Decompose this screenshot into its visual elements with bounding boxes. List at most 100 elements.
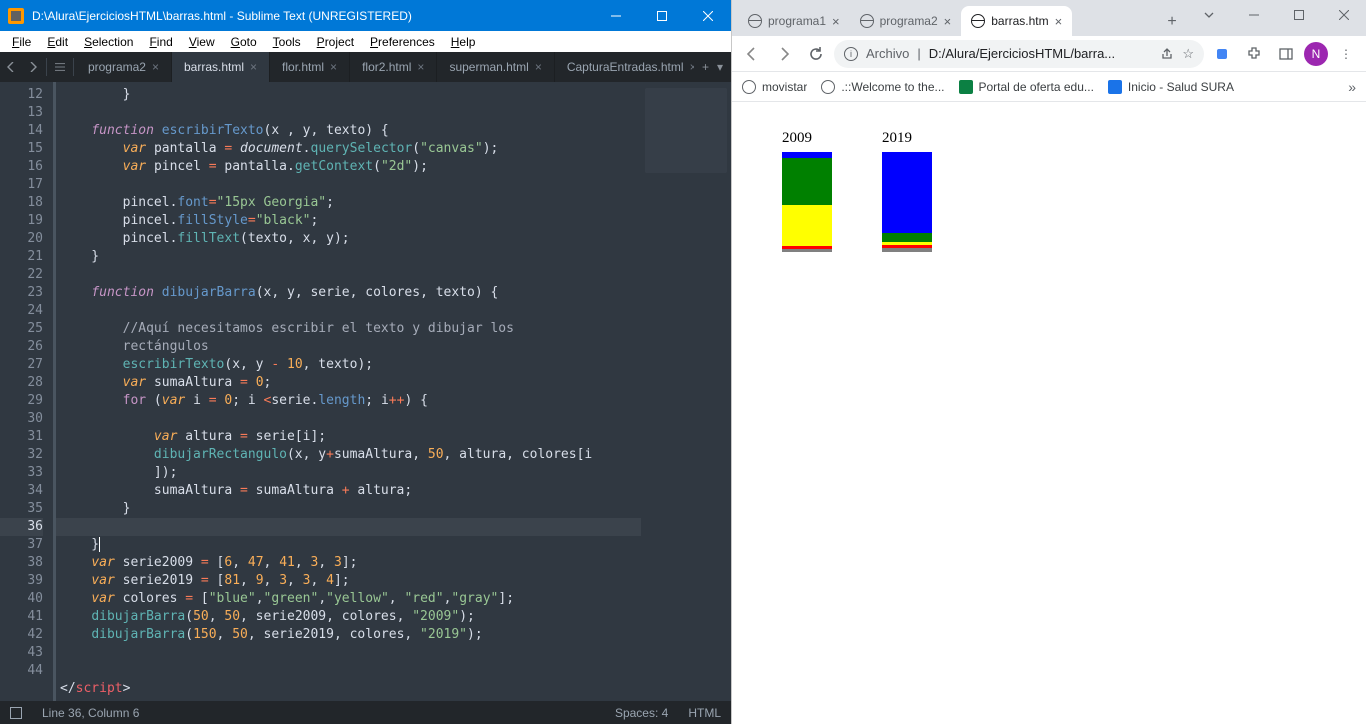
- maximize-button[interactable]: [1276, 0, 1321, 30]
- chrome-tabs: programa1×programa2×barras.htm×: [732, 0, 1158, 36]
- bookmark-icon: [959, 80, 973, 94]
- tabbar-nav-left-icon[interactable]: [0, 52, 22, 82]
- share-icon[interactable]: [1160, 47, 1174, 61]
- extension-icon[interactable]: [1208, 40, 1236, 68]
- globe-icon: [748, 14, 762, 28]
- file-tab[interactable]: flor.html ×: [270, 52, 350, 82]
- bar-segment: [782, 205, 832, 246]
- bookmark-icon: [1108, 80, 1122, 94]
- chrome-window: programa1×programa2×barras.htm× + i Arch…: [731, 0, 1366, 724]
- globe-icon: [971, 14, 985, 28]
- menu-view[interactable]: View: [181, 33, 223, 51]
- tab-close-icon[interactable]: ×: [832, 14, 840, 29]
- tab-label: programa2: [880, 14, 938, 28]
- statusbar-panel-icon[interactable]: [10, 707, 22, 719]
- tab-label: flor2.html: [362, 60, 411, 74]
- status-syntax[interactable]: HTML: [688, 706, 721, 720]
- file-tab[interactable]: flor2.html ×: [350, 52, 437, 82]
- bar-segment: [782, 158, 832, 205]
- sublime-tabbar: programa2×barras.html×flor.html×flor2.ht…: [0, 52, 731, 82]
- status-position[interactable]: Line 36, Column 6: [42, 706, 139, 720]
- code-area[interactable]: } function escribirTexto(x , y, texto) {…: [53, 82, 641, 701]
- tab-label: programa1: [768, 14, 826, 28]
- menu-preferences[interactable]: Preferences: [362, 33, 443, 51]
- stacked-bar: [782, 152, 832, 252]
- minimap[interactable]: [641, 82, 731, 701]
- tab-close-icon[interactable]: ×: [417, 60, 424, 74]
- menu-tools[interactable]: Tools: [265, 33, 309, 51]
- bookmark-item[interactable]: movistar: [742, 80, 807, 94]
- bookmark-label: Inicio - Salud SURA: [1128, 80, 1234, 94]
- minimize-button[interactable]: [1231, 0, 1276, 30]
- bookmark-label: Portal de oferta edu...: [979, 80, 1094, 94]
- close-button[interactable]: [1321, 0, 1366, 30]
- tab-label: superman.html: [449, 60, 528, 74]
- forward-button[interactable]: [770, 40, 798, 68]
- menu-find[interactable]: Find: [141, 33, 180, 51]
- reload-button[interactable]: [802, 40, 830, 68]
- stacked-bar: [882, 152, 932, 252]
- site-info-icon[interactable]: i: [844, 47, 858, 61]
- tabbar-separator: [73, 58, 74, 76]
- tabbar-add-icon[interactable]: +: [702, 60, 709, 74]
- bookmark-label: movistar: [762, 80, 807, 94]
- profile-avatar[interactable]: N: [1304, 42, 1328, 66]
- browser-tab[interactable]: programa2 ×: [850, 6, 962, 36]
- menu-selection[interactable]: Selection: [76, 33, 141, 51]
- maximize-button[interactable]: [639, 0, 685, 31]
- tabbar-nav-right-icon[interactable]: [22, 52, 44, 82]
- back-button[interactable]: [738, 40, 766, 68]
- sublime-titlebar[interactable]: D:\Alura\EjerciciosHTML\barras.html - Su…: [0, 0, 731, 31]
- file-tab[interactable]: superman.html ×: [437, 52, 554, 82]
- omnibox-prefix: Archivo: [866, 46, 909, 61]
- tabbar-dropdown-icon[interactable]: ▾: [717, 60, 723, 74]
- new-tab-button[interactable]: +: [1158, 8, 1186, 36]
- side-panel-icon[interactable]: [1272, 40, 1300, 68]
- sublime-menubar: FileEditSelectionFindViewGotoToolsProjec…: [0, 31, 731, 52]
- menu-edit[interactable]: Edit: [39, 33, 76, 51]
- line-gutter[interactable]: 1213141516171819202122232425262728293031…: [0, 82, 53, 701]
- extensions-menu-icon[interactable]: [1240, 40, 1268, 68]
- chrome-toolbar: i Archivo | D:/Alura/EjerciciosHTML/barr…: [732, 36, 1366, 72]
- tab-close-icon[interactable]: ×: [152, 60, 159, 74]
- bookmark-item[interactable]: Inicio - Salud SURA: [1108, 80, 1234, 94]
- menu-project[interactable]: Project: [309, 33, 362, 51]
- tab-label: flor.html: [282, 60, 324, 74]
- bookmark-item[interactable]: .::Welcome to the...: [821, 80, 944, 94]
- minimize-button[interactable]: [593, 0, 639, 31]
- file-tab[interactable]: programa2×: [76, 52, 172, 82]
- tab-close-icon[interactable]: ×: [1055, 14, 1063, 29]
- bar-segment: [882, 248, 932, 252]
- chrome-tablist-icon[interactable]: [1186, 0, 1231, 30]
- globe-icon: [860, 14, 874, 28]
- tab-close-icon[interactable]: ×: [535, 60, 542, 74]
- bookmark-icon: [742, 80, 756, 94]
- menu-goto[interactable]: Goto: [223, 33, 265, 51]
- bookmarks-bar: movistar .::Welcome to the... Portal de of…: [732, 72, 1366, 102]
- menu-help[interactable]: Help: [443, 33, 484, 51]
- tabbar-grid-icon[interactable]: [49, 52, 71, 82]
- omnibox[interactable]: i Archivo | D:/Alura/EjerciciosHTML/barr…: [834, 40, 1204, 68]
- sublime-editor: 1213141516171819202122232425262728293031…: [0, 82, 731, 701]
- browser-tab[interactable]: programa1 ×: [738, 6, 850, 36]
- tabbar-separator: [46, 58, 47, 76]
- tab-label: barras.html: [184, 60, 244, 74]
- file-tab[interactable]: barras.html ×: [172, 52, 270, 82]
- bar-segment: [882, 233, 932, 242]
- bar-segment: [782, 249, 832, 252]
- status-spaces[interactable]: Spaces: 4: [615, 706, 668, 720]
- bookmarks-overflow-icon[interactable]: »: [1348, 79, 1356, 95]
- sublime-statusbar: Line 36, Column 6 Spaces: 4 HTML: [0, 701, 731, 724]
- file-tab[interactable]: CapturaEntradas.html×: [555, 52, 694, 82]
- tab-close-icon[interactable]: ×: [690, 60, 694, 74]
- tab-close-icon[interactable]: ×: [944, 14, 952, 29]
- close-button[interactable]: [685, 0, 731, 31]
- menu-file[interactable]: File: [4, 33, 39, 51]
- bookmark-label: .::Welcome to the...: [841, 80, 944, 94]
- bookmark-item[interactable]: Portal de oferta edu...: [959, 80, 1094, 94]
- tab-close-icon[interactable]: ×: [250, 60, 257, 74]
- browser-tab[interactable]: barras.htm×: [961, 6, 1072, 36]
- chrome-menu-icon[interactable]: ⋮: [1332, 40, 1360, 68]
- tab-close-icon[interactable]: ×: [330, 60, 337, 74]
- bookmark-star-icon[interactable]: ☆: [1182, 46, 1194, 62]
